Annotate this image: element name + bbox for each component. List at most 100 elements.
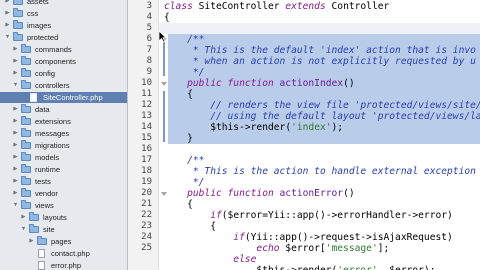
- line-number: 23: [141, 221, 152, 231]
- tree-item-label: assets: [27, 0, 49, 6]
- folder-icon: [13, 20, 23, 29]
- tree-item-label: data: [35, 105, 50, 114]
- file-item-error-php[interactable]: error.php: [0, 260, 127, 270]
- code-token: SiteController: [198, 1, 286, 12]
- folder-icon: [21, 164, 31, 173]
- folder-item-messages[interactable]: ▶ messages: [0, 128, 127, 139]
- folder-item-controllers[interactable]: ▼ controllers: [0, 80, 127, 91]
- code-line[interactable]: echo $error['message'];: [164, 243, 389, 254]
- folder-item-extensions[interactable]: ▶ extensions: [0, 116, 127, 127]
- code-line[interactable]: {: [164, 89, 193, 100]
- tree-item-label: contact.php: [51, 249, 90, 258]
- disclosure-closed-icon[interactable]: ▶: [12, 176, 19, 187]
- folder-item-pages[interactable]: ▶ pages: [0, 236, 127, 247]
- folder-icon: [21, 116, 31, 125]
- folder-item-images[interactable]: ▶ images: [0, 20, 127, 31]
- code-token: ->: [239, 122, 251, 133]
- disclosure-closed-icon[interactable]: ▶: [4, 8, 11, 19]
- tree-item-label: protected: [27, 33, 59, 42]
- folder-item-config[interactable]: ▶ config: [0, 68, 127, 79]
- folder-item-data[interactable]: ▶ data: [0, 104, 127, 115]
- code-line[interactable]: if(Yii::app()->request->isAjaxRequest): [164, 232, 453, 243]
- code-line[interactable]: $this->render('error', $error);: [164, 265, 435, 270]
- folder-item-assets[interactable]: ▶ assets: [0, 0, 127, 7]
- fold-toggle-icon[interactable]: [161, 192, 167, 196]
- code-line[interactable]: if($error=Yii::app()->errorHandler->erro…: [164, 210, 453, 221]
- folder-item-protected[interactable]: ▼ protected: [0, 32, 127, 43]
- mouse-pointer-icon: [158, 30, 167, 43]
- disclosure-closed-icon[interactable]: ▶: [28, 236, 35, 247]
- disclosure-closed-icon[interactable]: ▶: [20, 212, 27, 223]
- code-line[interactable]: /**: [164, 34, 204, 45]
- folder-item-commands[interactable]: ▶ commands: [0, 44, 127, 55]
- code-token: else: [164, 254, 257, 265]
- code-line[interactable]: * This is the action to handle external …: [164, 166, 476, 177]
- code-line[interactable]: {: [164, 199, 193, 210]
- folder-item-models[interactable]: ▶ models: [0, 152, 127, 163]
- disclosure-closed-icon[interactable]: ▶: [12, 56, 19, 67]
- folder-item-migrations[interactable]: ▶ migrations: [0, 140, 127, 151]
- line-number: 11: [141, 89, 152, 99]
- code-line[interactable]: public function actionIndex(): [164, 78, 355, 89]
- code-editor[interactable]: class SiteController extends Controller{…: [159, 0, 480, 270]
- line-number: 18: [141, 166, 152, 176]
- tree-item-label: views: [35, 201, 54, 210]
- file-item-sitecontroller-php[interactable]: SiteController.php: [0, 92, 127, 103]
- code-line[interactable]: else: [164, 254, 256, 265]
- code-line[interactable]: * This is the default 'index' action tha…: [164, 45, 476, 56]
- folder-icon: [21, 188, 31, 197]
- code-line[interactable]: public function actionError(): [164, 188, 355, 199]
- disclosure-closed-icon[interactable]: ▶: [12, 140, 19, 151]
- folder-item-runtime[interactable]: ▶ runtime: [0, 164, 127, 175]
- tree-item-label: messages: [35, 129, 70, 138]
- folder-item-layouts[interactable]: ▶ layouts: [0, 212, 127, 223]
- folder-item-components[interactable]: ▶ components: [0, 56, 127, 67]
- disclosure-closed-icon[interactable]: ▶: [12, 104, 19, 115]
- code-token: 'index': [291, 122, 332, 133]
- disclosure-closed-icon[interactable]: ▶: [12, 116, 19, 127]
- disclosure-open-icon[interactable]: ▼: [12, 200, 19, 211]
- code-token: ];: [377, 243, 390, 254]
- folder-item-site[interactable]: ▼ site: [0, 224, 127, 235]
- folder-item-css[interactable]: ▶ css: [0, 8, 127, 19]
- line-number: 9: [146, 67, 152, 77]
- disclosure-open-icon[interactable]: ▼: [4, 32, 11, 43]
- line-number: 16: [141, 144, 152, 154]
- disclosure-closed-icon[interactable]: ▶: [4, 0, 11, 7]
- line-number: 25: [141, 243, 152, 253]
- disclosure-closed-icon[interactable]: ▶: [4, 20, 11, 31]
- disclosure-closed-icon[interactable]: ▶: [12, 128, 19, 139]
- code-line[interactable]: // renders the view file 'protected/view…: [164, 100, 480, 111]
- disclosure-open-icon[interactable]: ▼: [12, 80, 19, 91]
- code-token: );: [331, 122, 344, 133]
- folder-icon: [13, 32, 23, 41]
- code-line[interactable]: * when an action is not explicitly reque…: [164, 56, 476, 67]
- folder-item-views[interactable]: ▼ views: [0, 200, 127, 211]
- disclosure-closed-icon[interactable]: ▶: [12, 68, 19, 79]
- disclosure-closed-icon[interactable]: ▶: [12, 164, 19, 175]
- disclosure-closed-icon[interactable]: ▶: [12, 44, 19, 55]
- code-line[interactable]: {: [164, 221, 216, 232]
- code-token: 'error': [337, 265, 377, 270]
- code-line[interactable]: */: [164, 67, 205, 78]
- tree-item-label: migrations: [35, 141, 70, 150]
- code-token: (): [343, 78, 355, 89]
- file-item-contact-php[interactable]: contact.php: [0, 248, 127, 259]
- code-line[interactable]: {: [164, 12, 170, 23]
- code-line[interactable]: */: [164, 177, 205, 188]
- disclosure-closed-icon[interactable]: ▶: [12, 188, 19, 199]
- code-line[interactable]: $this->render('index');: [164, 122, 343, 133]
- folder-item-tests[interactable]: ▶ tests: [0, 176, 127, 187]
- disclosure-closed-icon[interactable]: ▶: [12, 152, 19, 163]
- code-token: {: [164, 12, 170, 23]
- code-line[interactable]: }: [164, 133, 193, 144]
- code-line[interactable]: /**: [164, 155, 204, 166]
- code-line[interactable]: // using the default layout 'protected/v…: [164, 111, 480, 122]
- file-icon: [38, 261, 45, 270]
- folder-item-vendor[interactable]: ▶ vendor: [0, 188, 127, 199]
- disclosure-open-icon[interactable]: ▼: [20, 224, 27, 235]
- code-token: Controller: [331, 1, 390, 12]
- tree-item-label: extensions: [35, 117, 71, 126]
- fold-toggle-icon[interactable]: [161, 82, 167, 86]
- code-line[interactable]: class SiteController extends Controller: [164, 1, 389, 12]
